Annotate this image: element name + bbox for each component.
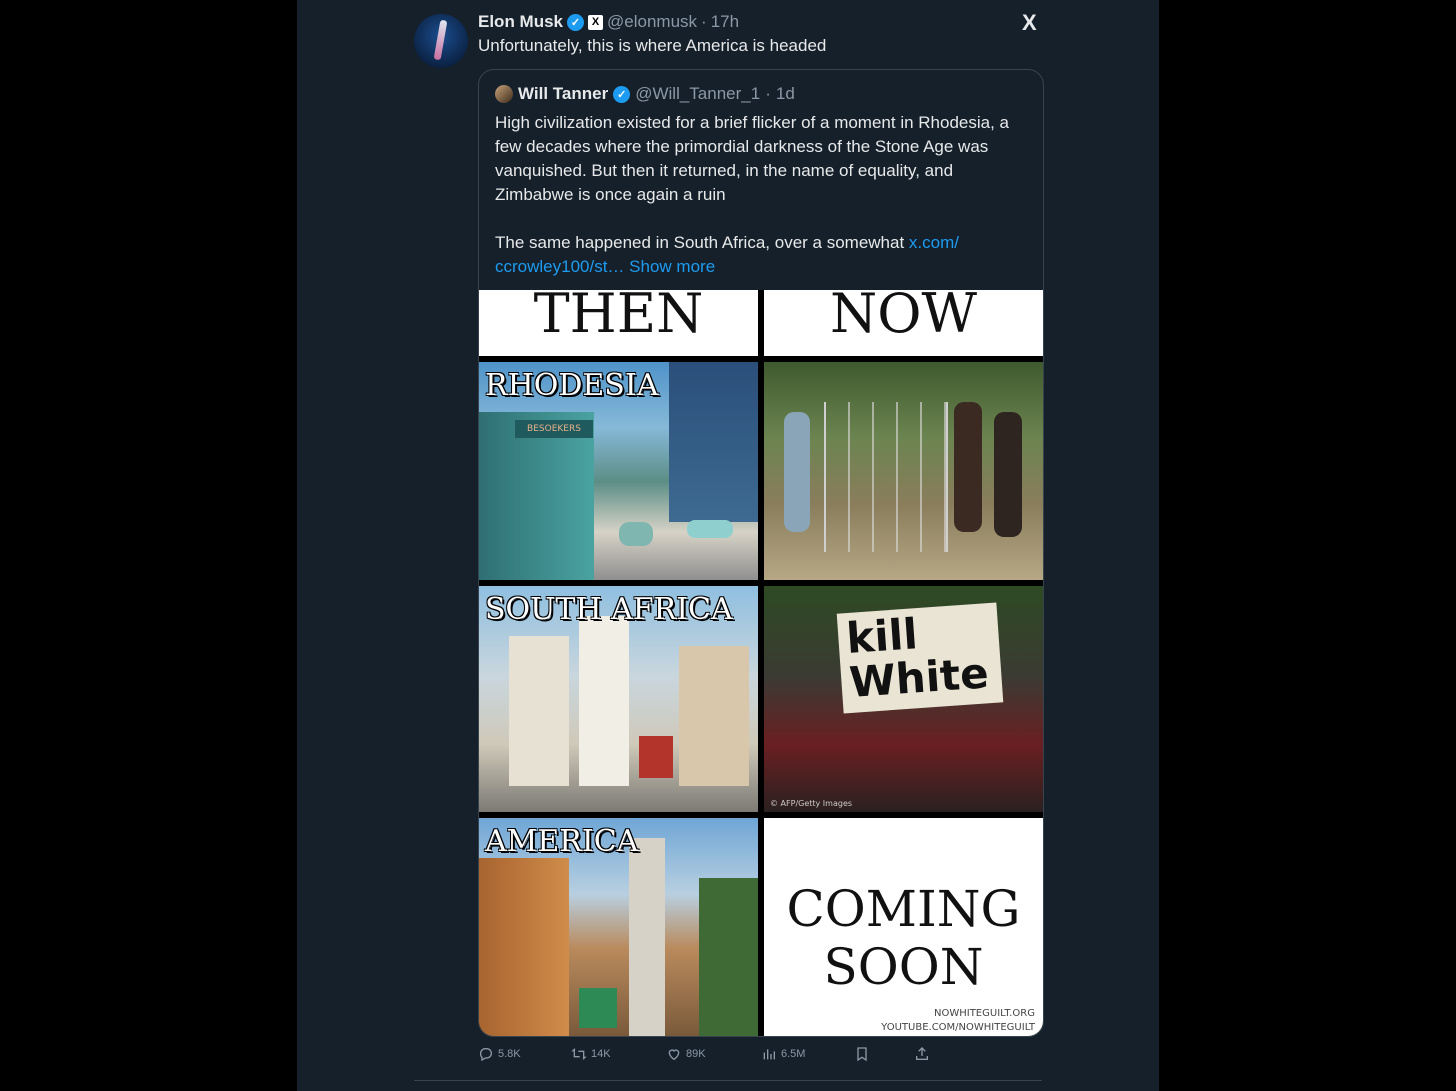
tweet-header: Elon Musk ✓ X @elonmusk · 17h (478, 10, 739, 34)
person-figure (994, 412, 1022, 537)
row3-city-label: AMERICA (485, 824, 639, 859)
show-more-link[interactable]: Show more (629, 257, 715, 276)
double-decker-bus (639, 736, 673, 778)
reply-count: 5.8K (498, 1048, 521, 1060)
protest-sign: kill White (836, 602, 1004, 714)
quoted-paragraph-1: High civilization existed for a brief fl… (495, 113, 1010, 204)
quoted-time: 1d (775, 84, 795, 103)
tweet-time[interactable]: 17h (711, 12, 739, 32)
quoted-author-avatar (495, 85, 513, 103)
quoted-text: High civilization existed for a brief fl… (495, 111, 1031, 279)
then-label: THEN (479, 290, 758, 356)
building (679, 646, 749, 786)
quoted-link-part2[interactable]: ccrowley100/st… (495, 257, 624, 276)
glass-cage (824, 402, 948, 552)
tower-building (669, 362, 758, 522)
repost-count: 14K (591, 1048, 611, 1060)
x-logo-icon[interactable]: X (1022, 10, 1037, 36)
row2-city-label: SOUTH AFRICA (485, 592, 733, 627)
building (629, 838, 665, 1036)
like-count: 89K (686, 1048, 706, 1060)
building (579, 616, 629, 786)
shop-sign: BESOEKERS (515, 420, 593, 438)
views-button[interactable]: 6.5M (761, 1046, 805, 1062)
quoted-author-name: Will Tanner (518, 84, 609, 103)
building (479, 858, 569, 1036)
rocket-icon (433, 19, 448, 61)
author-handle[interactable]: @elonmusk (607, 12, 697, 32)
rhodesia-now-photo (764, 362, 1043, 580)
south-africa-photo: SOUTH AFRICA (479, 586, 758, 812)
row1-city-label: RHODESIA (485, 368, 659, 403)
coming-line-1: COMING (786, 880, 1021, 938)
person-figure (954, 402, 982, 532)
verified-badge-icon: ✓ (613, 85, 631, 103)
credit-line-2: YOUTUBE.COM/NOWHITEGUILT (881, 1022, 1035, 1033)
photo-credit: © AFP/Getty Images (770, 799, 853, 808)
quoted-header: Will Tanner ✓ @Will_Tanner_1 · 1d (495, 84, 795, 104)
quoted-paragraph-2-text: The same happened in South Africa, over … (495, 233, 909, 252)
quoted-link-part1[interactable]: x.com/ (909, 233, 959, 252)
affiliate-badge-icon: X (588, 14, 604, 30)
vintage-car (687, 520, 733, 538)
reply-icon (479, 1048, 492, 1062)
protest-sign-line-2: White (847, 648, 991, 707)
protest-photo: kill White © AFP/Getty Images (764, 586, 1043, 812)
person-figure (784, 412, 810, 532)
quoted-blank-line (495, 207, 1031, 231)
verified-badge-icon: ✓ (567, 13, 585, 31)
share-button[interactable] (914, 1046, 930, 1062)
now-label: NOW (764, 290, 1043, 356)
action-bar: 5.8K 14K 89K 6.5M (478, 1046, 948, 1068)
credit-line-1: NOWHITEGUILT.ORG (933, 1008, 1035, 1019)
tweet-divider (414, 1080, 1042, 1081)
views-count: 6.5M (781, 1048, 806, 1060)
quoted-paragraph-2: The same happened in South Africa, over … (495, 231, 1031, 279)
vintage-car (619, 522, 653, 546)
separator-dot: · (701, 12, 707, 31)
author-avatar[interactable] (414, 14, 468, 68)
repost-button[interactable]: 14K (571, 1046, 611, 1062)
coming-soon-text: COMING SOON NOWHITEGUILT.ORG YOUTUBE.COM… (764, 818, 1043, 1036)
meme-image[interactable]: THEN NOW BESOEKERS RHODESIA SOUTH AFRICA (479, 290, 1043, 1036)
like-button[interactable]: 89K (666, 1046, 706, 1062)
america-photo: AMERICA (479, 818, 758, 1036)
bookmark-icon (857, 1047, 867, 1062)
tweet-text: Unfortunately, this is where America is … (478, 36, 827, 55)
bookmark-button[interactable] (854, 1046, 870, 1062)
rhodesia-photo: BESOEKERS RHODESIA (479, 362, 758, 580)
quoted-author-handle: @Will_Tanner_1 (635, 84, 761, 103)
views-icon (763, 1049, 775, 1060)
separator-dot: · (765, 84, 771, 103)
author-name[interactable]: Elon Musk (478, 12, 563, 32)
coming-soon-panel: COMING SOON NOWHITEGUILT.ORG YOUTUBE.COM… (764, 818, 1043, 1036)
quoted-tweet[interactable]: Will Tanner ✓ @Will_Tanner_1 · 1d High c… (478, 69, 1044, 1037)
reply-button[interactable]: 5.8K (478, 1046, 521, 1062)
share-icon (916, 1047, 928, 1060)
repost-icon (571, 1048, 587, 1060)
coming-line-2: SOON (823, 938, 984, 996)
building (509, 636, 569, 786)
bus (579, 988, 617, 1028)
tree (699, 878, 758, 1036)
heart-icon (668, 1049, 680, 1061)
